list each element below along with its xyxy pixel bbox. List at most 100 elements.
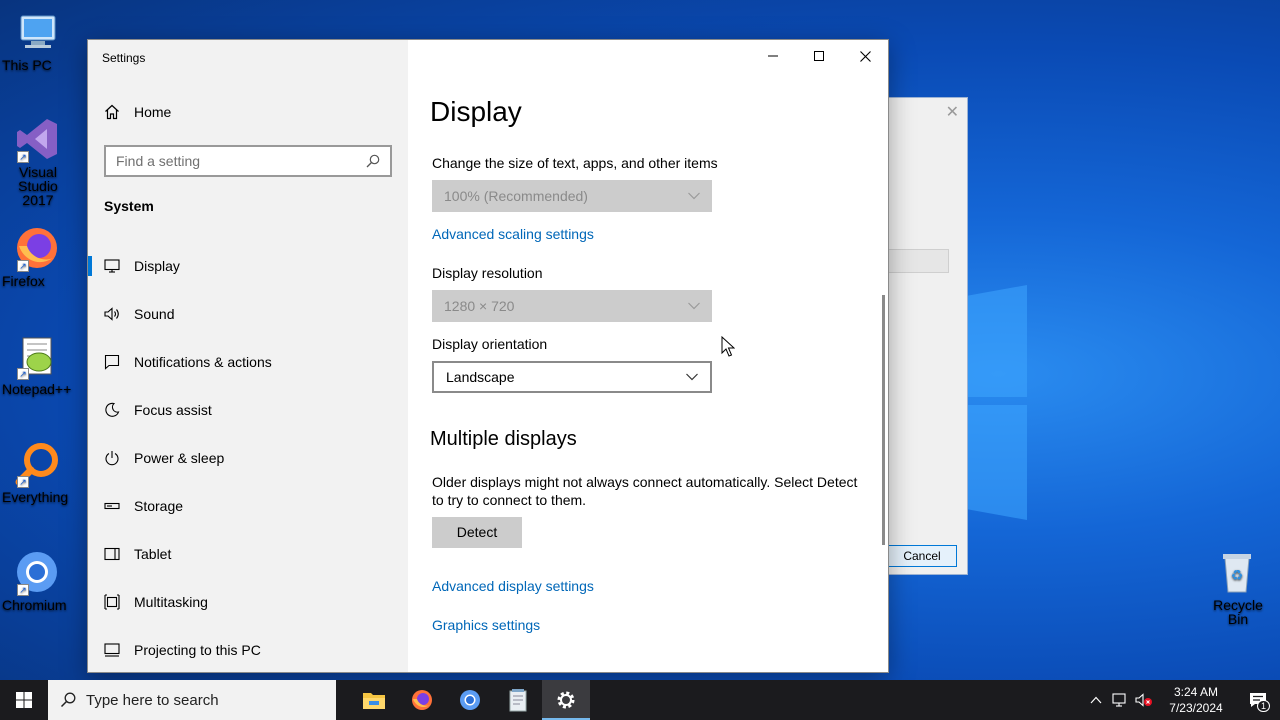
- taskbar-file-explorer[interactable]: [350, 680, 398, 720]
- taskbar-search-placeholder: Type here to search: [86, 691, 219, 709]
- chevron-down-icon: [688, 302, 700, 310]
- desktop-icon-notepadpp[interactable]: ↗ Notepad++: [0, 332, 74, 396]
- chevron-down-icon: [688, 192, 700, 200]
- scale-dropdown: 100% (Recommended): [432, 180, 712, 212]
- advanced-scaling-link[interactable]: Advanced scaling settings: [432, 226, 594, 242]
- section-label: System: [104, 198, 154, 214]
- settings-gear-icon: [557, 691, 575, 709]
- resolution-value: 1280 × 720: [444, 298, 515, 314]
- sidebar-item-label: Focus assist: [134, 402, 212, 418]
- desktop-icon-firefox[interactable]: ↗ Firefox: [0, 224, 74, 288]
- firefox-icon: ↗: [13, 224, 61, 272]
- sidebar-item-label: Power & sleep: [134, 450, 225, 466]
- desktop-icon-label: This PC: [2, 57, 52, 73]
- sidebar-item-focus-assist[interactable]: Focus assist: [88, 386, 408, 434]
- desktop-icon-visual-studio[interactable]: ↗ Visual Studio 2017: [0, 115, 74, 207]
- sidebar-item-label: Notifications & actions: [134, 354, 272, 370]
- sidebar-item-power-sleep[interactable]: Power & sleep: [88, 434, 408, 482]
- speaker-icon: [104, 307, 119, 321]
- storage-icon: [104, 502, 120, 510]
- home-icon: [105, 104, 119, 120]
- everything-icon: ↗: [13, 440, 61, 488]
- sidebar-item-label: Projecting to this PC: [134, 642, 261, 658]
- desktop-icon-recycle-bin[interactable]: ♻ Recycle Bin: [1200, 548, 1274, 626]
- sidebar-item-storage[interactable]: Storage: [88, 482, 408, 530]
- desktop-icon-everything[interactable]: ↗ Everything: [0, 440, 74, 504]
- background-dialog: ✕ Cancel: [886, 97, 968, 575]
- sidebar-item-display[interactable]: Display: [88, 242, 408, 290]
- taskbar-search-box[interactable]: Type here to search: [48, 680, 336, 720]
- taskbar-apps: [338, 680, 590, 720]
- file-explorer-icon: [363, 693, 385, 709]
- search-icon: [366, 154, 380, 168]
- projecting-icon: [104, 643, 120, 657]
- detect-button[interactable]: Detect: [432, 517, 522, 548]
- start-button[interactable]: [0, 680, 48, 720]
- multitasking-icon: [104, 594, 120, 610]
- settings-sidebar: Settings Home Find a setting System Disp…: [88, 40, 408, 672]
- close-icon[interactable]: ✕: [946, 102, 959, 122]
- settings-window: Settings Home Find a setting System Disp…: [87, 39, 889, 673]
- home-link[interactable]: Home: [104, 104, 171, 120]
- chevron-up-icon: [1090, 696, 1102, 704]
- sidebar-item-label: Display: [134, 258, 180, 274]
- taskbar-firefox[interactable]: [398, 680, 446, 720]
- home-label: Home: [134, 104, 172, 120]
- system-tray: 3:24 AM 7/23/2024 1: [1084, 680, 1280, 720]
- scale-label: Change the size of text, apps, and other…: [432, 155, 718, 171]
- taskbar-clock[interactable]: 3:24 AM 7/23/2024: [1156, 684, 1236, 716]
- sidebar-item-multitasking[interactable]: Multitasking: [88, 578, 408, 626]
- this-pc-icon: [13, 8, 61, 56]
- desktop-icon-this-pc[interactable]: This PC: [0, 8, 74, 72]
- sidebar-item-notifications[interactable]: Notifications & actions: [88, 338, 408, 386]
- chromium-icon: ↗: [13, 548, 61, 596]
- taskbar-notepad[interactable]: [494, 680, 542, 720]
- taskbar-settings[interactable]: [542, 680, 590, 720]
- visual-studio-icon: ↗: [13, 115, 61, 163]
- svg-text:♻: ♻: [1231, 568, 1244, 584]
- window-title: Settings: [102, 51, 146, 65]
- desktop-icon-label: Visual Studio 2017: [18, 164, 58, 208]
- tray-volume[interactable]: [1132, 680, 1156, 720]
- scrollbar[interactable]: [882, 295, 885, 545]
- firefox-icon: [412, 690, 432, 710]
- windows-logo-icon: [16, 692, 32, 708]
- sidebar-item-label: Storage: [134, 498, 184, 514]
- desktop-icon-label: Recycle Bin: [1213, 597, 1263, 627]
- sidebar-item-label: Multitasking: [134, 594, 208, 610]
- notepad-icon: [509, 689, 527, 712]
- power-icon: [105, 451, 119, 466]
- desktop-icon-label: Firefox: [2, 273, 45, 289]
- mouse-cursor-icon: [721, 336, 735, 357]
- resolution-dropdown: 1280 × 720: [432, 290, 712, 322]
- tablet-icon: [104, 547, 120, 561]
- cancel-button[interactable]: Cancel: [887, 545, 957, 567]
- settings-content: Display Change the size of text, apps, a…: [430, 40, 870, 672]
- desktop-icon-label: Notepad++: [2, 381, 72, 397]
- taskbar: Type here to search 3:24 AM 7/23/2024 1: [0, 680, 1280, 720]
- action-center-button[interactable]: 1: [1236, 680, 1280, 720]
- settings-search-input[interactable]: Find a setting: [104, 145, 392, 177]
- orientation-dropdown[interactable]: Landscape: [432, 361, 712, 393]
- tray-overflow-button[interactable]: [1084, 680, 1108, 720]
- sidebar-item-tablet[interactable]: Tablet: [88, 530, 408, 578]
- dialog-field: [887, 249, 949, 273]
- desktop-icon-label: Chromium: [2, 597, 67, 613]
- sidebar-item-sound[interactable]: Sound: [88, 290, 408, 338]
- taskbar-chromium[interactable]: [446, 680, 494, 720]
- desktop-icon-chromium[interactable]: ↗ Chromium: [0, 548, 74, 612]
- tray-network[interactable]: [1108, 680, 1132, 720]
- sidebar-item-projecting[interactable]: Projecting to this PC: [88, 626, 408, 674]
- search-icon: [60, 692, 76, 708]
- orientation-value: Landscape: [446, 369, 515, 385]
- search-placeholder: Find a setting: [116, 153, 201, 169]
- advanced-display-link[interactable]: Advanced display settings: [432, 578, 594, 594]
- desktop-icon-label: Everything: [2, 489, 69, 505]
- recycle-bin-icon: ♻: [1213, 548, 1261, 596]
- notepadpp-icon: ↗: [13, 332, 61, 380]
- sidebar-item-label: Tablet: [134, 546, 172, 562]
- scale-value: 100% (Recommended): [444, 188, 588, 204]
- graphics-settings-link[interactable]: Graphics settings: [432, 617, 540, 633]
- orientation-label: Display orientation: [432, 336, 548, 352]
- sidebar-item-label: Sound: [134, 306, 175, 322]
